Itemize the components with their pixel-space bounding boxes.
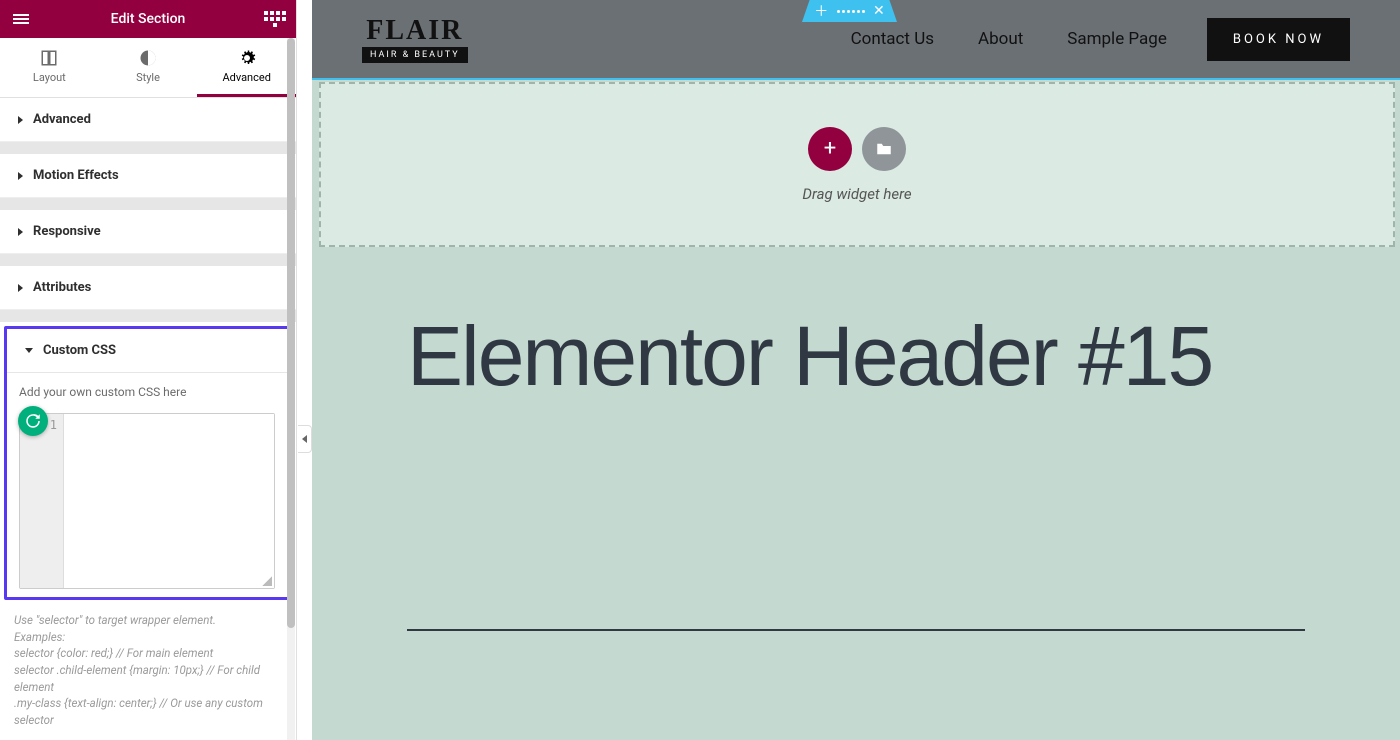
custom-css-textarea[interactable] bbox=[64, 414, 274, 588]
book-now-button[interactable]: BOOK NOW bbox=[1207, 18, 1350, 61]
drag-section-icon[interactable] bbox=[837, 10, 865, 13]
grammarly-icon[interactable] bbox=[18, 406, 48, 436]
tab-layout-label: Layout bbox=[33, 71, 66, 84]
css-note-4: selector .child-element {margin: 10px;} … bbox=[14, 662, 282, 695]
editor-sidebar: Edit Section Layout Style Advanced Advan… bbox=[0, 0, 297, 740]
editor-gutter: 1 bbox=[20, 414, 64, 588]
folder-icon bbox=[875, 140, 893, 158]
sidebar-scrollbar[interactable] bbox=[287, 38, 295, 740]
menu-icon[interactable] bbox=[10, 8, 32, 30]
acc-advanced[interactable]: Advanced bbox=[0, 98, 296, 142]
css-note-5: .my-class {text-align: center;} // Or us… bbox=[14, 695, 282, 728]
tab-layout[interactable]: Layout bbox=[0, 38, 99, 97]
custom-css-panel: Custom CSS Add your own custom CSS here … bbox=[4, 326, 290, 600]
sidebar-collapse-toggle[interactable] bbox=[298, 425, 312, 453]
logo[interactable]: FLAIR HAIR & BEAUTY bbox=[362, 15, 468, 63]
template-library-button[interactable] bbox=[862, 127, 906, 171]
tab-advanced[interactable]: Advanced bbox=[197, 38, 296, 97]
nav-sample-page[interactable]: Sample Page bbox=[1067, 29, 1167, 49]
tab-style-label: Style bbox=[136, 71, 160, 84]
acc-responsive[interactable]: Responsive bbox=[0, 210, 296, 254]
page-heading: Elementor Header #15 bbox=[407, 310, 1212, 402]
acc-custom-css[interactable]: Custom CSS bbox=[7, 329, 287, 373]
nav-contact[interactable]: Contact Us bbox=[851, 29, 934, 49]
main-nav: Contact Us About Sample Page bbox=[851, 29, 1167, 49]
logo-subtext: HAIR & BEAUTY bbox=[362, 47, 468, 63]
acc-motion-effects[interactable]: Motion Effects bbox=[0, 154, 296, 198]
css-note-3: selector {color: red;} // For main eleme… bbox=[14, 645, 282, 662]
custom-css-hint: Add your own custom CSS here bbox=[19, 385, 275, 399]
tab-advanced-label: Advanced bbox=[222, 71, 270, 84]
gear-icon bbox=[238, 49, 256, 67]
preview-canvas: ＋ ✕ FLAIR HAIR & BEAUTY Contact Us About… bbox=[312, 0, 1400, 740]
add-widget-button[interactable]: + bbox=[808, 127, 852, 171]
add-section-icon[interactable]: ＋ bbox=[814, 1, 828, 21]
custom-css-notes: Use "selector" to target wrapper element… bbox=[0, 612, 296, 739]
resize-handle[interactable] bbox=[262, 576, 272, 586]
css-note-2: Examples: bbox=[14, 629, 282, 646]
apps-icon[interactable] bbox=[264, 8, 286, 30]
remove-section-icon[interactable]: ✕ bbox=[873, 3, 885, 19]
sidebar-title: Edit Section bbox=[111, 11, 186, 27]
layout-icon bbox=[40, 49, 58, 67]
custom-css-editor: 1 bbox=[19, 413, 275, 589]
section-handle: ＋ ✕ bbox=[802, 0, 897, 22]
drop-hint: Drag widget here bbox=[802, 185, 911, 203]
logo-text: FLAIR bbox=[366, 15, 463, 47]
heading-underline bbox=[407, 629, 1305, 631]
sidebar-header: Edit Section bbox=[0, 0, 296, 38]
drop-area[interactable]: + Drag widget here bbox=[319, 82, 1395, 247]
tab-style[interactable]: Style bbox=[99, 38, 198, 97]
style-icon bbox=[139, 49, 157, 67]
css-note-1: Use "selector" to target wrapper element… bbox=[14, 612, 282, 629]
acc-attributes[interactable]: Attributes bbox=[0, 266, 296, 310]
sidebar-tabs: Layout Style Advanced bbox=[0, 38, 296, 98]
nav-about[interactable]: About bbox=[978, 29, 1023, 49]
